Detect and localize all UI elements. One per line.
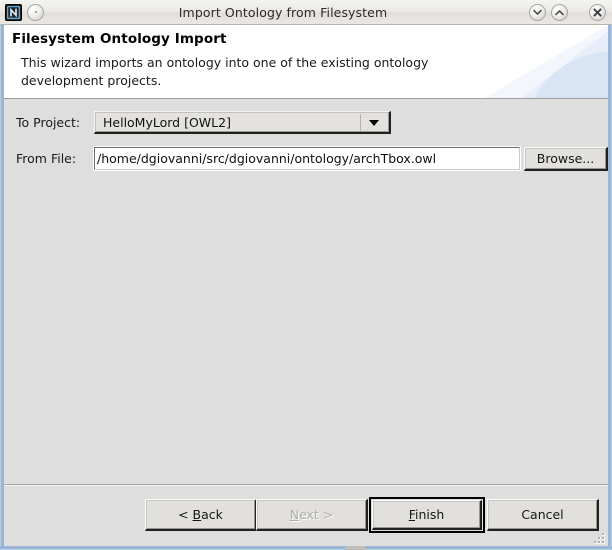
dialog-body: To Project: HelloMyLord [OWL2] From File… (4, 99, 608, 546)
back-button-label: < Back (178, 507, 223, 522)
file-path-input[interactable]: /home/dgiovanni/src/dgiovanni/ontology/a… (93, 146, 521, 171)
window-menu-button[interactable] (27, 3, 44, 21)
window-frame-bottom (0, 546, 612, 550)
maximize-button[interactable] (551, 3, 568, 21)
project-select-value: HelloMyLord [OWL2] (103, 114, 231, 130)
close-button[interactable] (589, 3, 606, 21)
browse-button-label: Browse... (536, 151, 595, 166)
finish-button-label: Finish (408, 507, 445, 522)
page-description: This wizard imports an ontology into one… (21, 55, 429, 88)
window-bottom-notch (345, 546, 365, 550)
neon-app-icon (5, 3, 22, 21)
minimize-button[interactable] (529, 3, 546, 21)
chevron-up-icon (555, 9, 564, 15)
import-ontology-dialog: Import Ontology from Filesystem Filesyst… (0, 0, 612, 550)
file-field-row: From File: /home/dgiovanni/src/dgiovanni… (16, 146, 521, 171)
window-title: Import Ontology from Filesystem (178, 4, 388, 20)
close-icon (593, 7, 602, 17)
wizard-header: Filesystem Ontology Import This wizard i… (4, 25, 608, 99)
next-button-label: Next > (289, 507, 334, 522)
window-menu-dot-icon (34, 11, 37, 13)
project-select-arrow-button[interactable] (360, 114, 387, 131)
cancel-button[interactable]: Cancel (487, 499, 599, 531)
chevron-down-icon (533, 9, 542, 15)
title-bar[interactable]: Import Ontology from Filesystem (0, 0, 612, 25)
button-bar-separator (4, 484, 608, 486)
next-button: Next > (256, 499, 368, 531)
title-bar-left-controls (0, 3, 44, 21)
window-frame-right (608, 25, 612, 550)
page-title: Filesystem Ontology Import (12, 31, 227, 47)
resize-grip[interactable] (592, 533, 606, 545)
back-button[interactable]: < Back (145, 499, 257, 531)
cancel-button-label: Cancel (521, 507, 564, 522)
project-field-row: To Project: HelloMyLord [OWL2] (16, 111, 391, 134)
file-label: From File: (16, 151, 77, 166)
wizard-button-bar: < Back Next > Finish Cancel (0, 497, 612, 534)
chevron-down-icon (369, 119, 379, 126)
finish-button[interactable]: Finish (372, 500, 482, 530)
title-bar-right-controls (524, 3, 612, 21)
browse-button[interactable]: Browse... (524, 147, 608, 171)
project-select[interactable]: HelloMyLord [OWL2] (94, 111, 391, 134)
project-label: To Project: (16, 115, 81, 130)
